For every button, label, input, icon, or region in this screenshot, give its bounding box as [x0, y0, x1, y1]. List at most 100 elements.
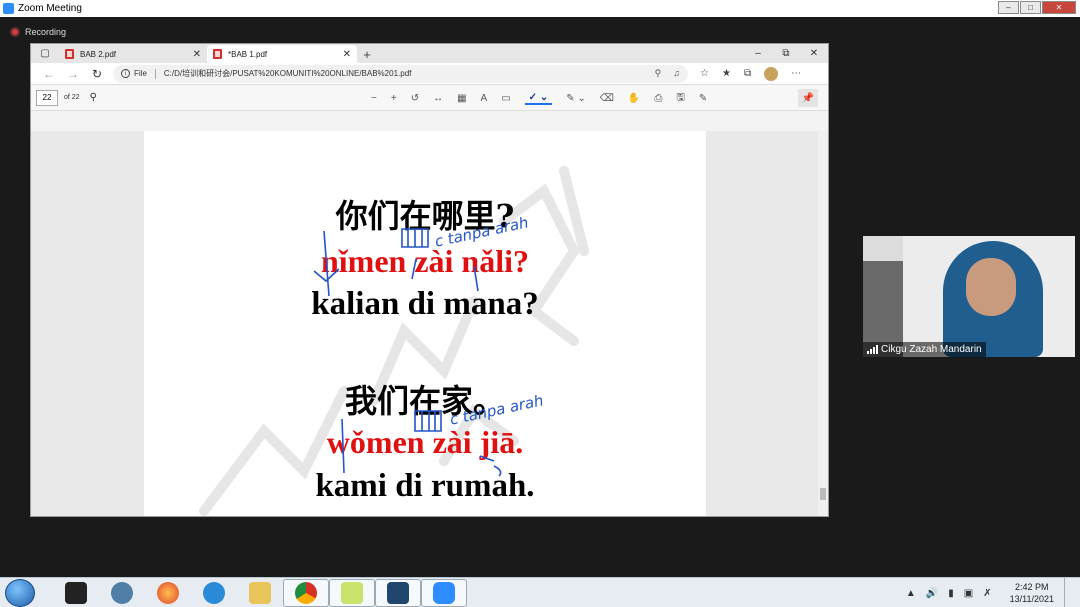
- window-controls: – □ ✕: [998, 1, 1076, 14]
- print-icon[interactable]: ⎙: [654, 93, 662, 104]
- taskbar-app-explorer[interactable]: [237, 579, 283, 607]
- participant-name: Cikgu Zazah Mandarin: [881, 344, 982, 355]
- pdf-file-icon: [213, 49, 222, 59]
- vertical-scrollbar[interactable]: [818, 131, 828, 516]
- pdf-tools: − + ↺ ↔ ▦ A ▭ ✓ ⌄ ✎ ⌄ ⌫ ✋ ⎙ 🖫 ✎: [371, 85, 707, 111]
- ie-icon: [203, 581, 225, 604]
- recording-indicator[interactable]: Recording: [10, 27, 66, 37]
- taskbar-app-tool[interactable]: [99, 579, 145, 607]
- taskbar-app-computer[interactable]: [375, 578, 421, 607]
- gear-icon: [111, 581, 133, 604]
- fit-page-icon[interactable]: ↔: [433, 93, 443, 104]
- profile-avatar[interactable]: [764, 66, 779, 81]
- taskbar: ▲ 🔊 ▮ ▣ ✗ 2:42 PM 13/11/2021: [0, 577, 1080, 607]
- taskbar-app-zoom[interactable]: [421, 578, 467, 607]
- page-number-input[interactable]: 22: [36, 89, 58, 106]
- display-icon[interactable]: ▣: [964, 588, 973, 599]
- participant-face: [966, 258, 1016, 316]
- draw-icon[interactable]: ✓ ⌄: [524, 92, 553, 105]
- url-text: C:/D/培训和研讨会/PUSAT%20KOMUNITI%20ONLINE/BA…: [163, 69, 412, 78]
- pdf-file-icon: [65, 49, 74, 59]
- window-title: Zoom Meeting: [18, 3, 82, 14]
- divider: [154, 68, 156, 79]
- browser-minimize-icon[interactable]: –: [744, 44, 772, 63]
- signal-icon: [867, 345, 878, 354]
- pin-toolbar-icon[interactable]: 📌: [798, 89, 818, 107]
- browser-restore-icon[interactable]: ⧉: [772, 44, 800, 63]
- refresh-icon[interactable]: ↻: [85, 64, 109, 84]
- battery-icon[interactable]: ▮: [948, 588, 954, 599]
- zoom-icon[interactable]: ⚲: [655, 68, 662, 79]
- tab-bab1[interactable]: *BAB 1.pdf ✕: [207, 45, 357, 63]
- url-field[interactable]: i File C:/D/培训和研讨会/PUSAT%20KOMUNITI%20ON…: [113, 64, 688, 83]
- collections-icon[interactable]: ⧉: [744, 68, 751, 79]
- computer-icon: [387, 581, 409, 604]
- forward-icon[interactable]: →: [61, 64, 85, 84]
- tab-bar: ▢ BAB 2.pdf ✕ *BAB 1.pdf ✕ + – ⧉ ✕: [31, 44, 828, 63]
- search-icon[interactable]: ⚲: [90, 92, 97, 103]
- favorites-list-icon[interactable]: ★: [722, 68, 731, 79]
- zoom-in-icon[interactable]: +: [391, 93, 397, 104]
- dictionary-icon: [65, 581, 87, 604]
- participant-nametag: Cikgu Zazah Mandarin: [863, 342, 986, 357]
- tab-close-icon[interactable]: ✕: [343, 49, 351, 60]
- taskbar-app-notes[interactable]: [329, 578, 375, 607]
- taskbar-app-dictionary[interactable]: [53, 579, 99, 607]
- url-scheme-label: File: [134, 69, 147, 78]
- browser-close-icon[interactable]: ✕: [800, 44, 828, 63]
- firefox-icon: [157, 581, 179, 604]
- folder-icon: [249, 581, 271, 604]
- ink-annotations: [313, 228, 502, 477]
- pdf-toolbar: 22 of 22 ⚲ − + ↺ ↔ ▦ A ▭ ✓ ⌄ ✎ ⌄ ⌫ ✋ ⎙ 🖫…: [31, 85, 828, 111]
- page-total-label: of 22: [64, 94, 80, 101]
- pdf-viewer: 你们在哪里? c tanpa arah nǐmen zài nǎli? kali…: [31, 131, 828, 516]
- highlight-icon[interactable]: ✎ ⌄: [566, 93, 586, 104]
- sticky-notes-icon: [341, 581, 363, 604]
- network-icon[interactable]: ✗: [983, 588, 991, 599]
- record-icon: [10, 27, 20, 37]
- new-tab-button[interactable]: +: [357, 45, 377, 63]
- zoom-titlebar: Zoom Meeting – □ ✕: [0, 0, 1080, 17]
- info-icon[interactable]: i: [121, 69, 130, 78]
- hand-icon[interactable]: ✋: [628, 93, 640, 104]
- tab-close-icon[interactable]: ✕: [193, 49, 201, 60]
- eraser-icon[interactable]: ⌫: [600, 93, 614, 104]
- minimize-button[interactable]: –: [998, 1, 1019, 14]
- taskbar-app-chrome[interactable]: [283, 578, 329, 607]
- rotate-icon[interactable]: ↺: [411, 93, 419, 104]
- tab-bab2[interactable]: BAB 2.pdf ✕: [59, 45, 207, 63]
- chrome-icon: [295, 581, 317, 604]
- immersive-icon[interactable]: ▭: [501, 93, 510, 104]
- shared-browser-window: ▢ BAB 2.pdf ✕ *BAB 1.pdf ✕ + – ⧉ ✕ ← → ↻…: [30, 43, 829, 517]
- maximize-button[interactable]: □: [1020, 1, 1041, 14]
- clock-date: 13/11/2021: [1009, 594, 1054, 604]
- tab-actions-icon[interactable]: ▢: [31, 44, 59, 63]
- browser-window-controls: – ⧉ ✕: [744, 44, 828, 63]
- system-tray: ▲ 🔊 ▮ ▣ ✗ 2:42 PM 13/11/2021: [906, 578, 1080, 607]
- zoom-out-icon[interactable]: −: [371, 93, 377, 104]
- pdf-page: 你们在哪里? c tanpa arah nǐmen zài nǎli? kali…: [144, 131, 706, 516]
- more-icon[interactable]: ⋯: [791, 68, 801, 79]
- save-as-icon[interactable]: ✎: [699, 93, 707, 104]
- url-action-icons: ⚲ ♫: [655, 68, 680, 79]
- tab-label: *BAB 1.pdf: [228, 49, 268, 59]
- favorite-icon[interactable]: ☆: [700, 68, 709, 79]
- close-button[interactable]: ✕: [1042, 1, 1076, 14]
- scrollbar-thumb[interactable]: [820, 488, 826, 500]
- back-icon[interactable]: ←: [37, 64, 61, 84]
- show-desktop-button[interactable]: [1064, 578, 1074, 607]
- read-aloud-icon[interactable]: ♫: [673, 68, 680, 79]
- taskbar-app-ie[interactable]: [191, 579, 237, 607]
- page-view-icon[interactable]: ▦: [457, 93, 466, 104]
- clock-time: 2:42 PM: [1015, 582, 1049, 592]
- tab-label: BAB 2.pdf: [80, 49, 117, 59]
- start-button[interactable]: [5, 578, 35, 607]
- save-icon[interactable]: 🖫: [676, 90, 685, 107]
- taskbar-app-firefox[interactable]: [145, 579, 191, 607]
- clock[interactable]: 2:42 PM 13/11/2021: [1010, 581, 1054, 605]
- chevron-up-icon[interactable]: ▲: [906, 588, 916, 599]
- volume-icon[interactable]: 🔊: [926, 588, 938, 599]
- read-aloud-icon[interactable]: A: [481, 93, 488, 104]
- participant-video[interactable]: Cikgu Zazah Mandarin: [863, 236, 1075, 357]
- address-bar: ← → ↻ i File C:/D/培训和研讨会/PUSAT%20KOMUNIT…: [31, 63, 828, 85]
